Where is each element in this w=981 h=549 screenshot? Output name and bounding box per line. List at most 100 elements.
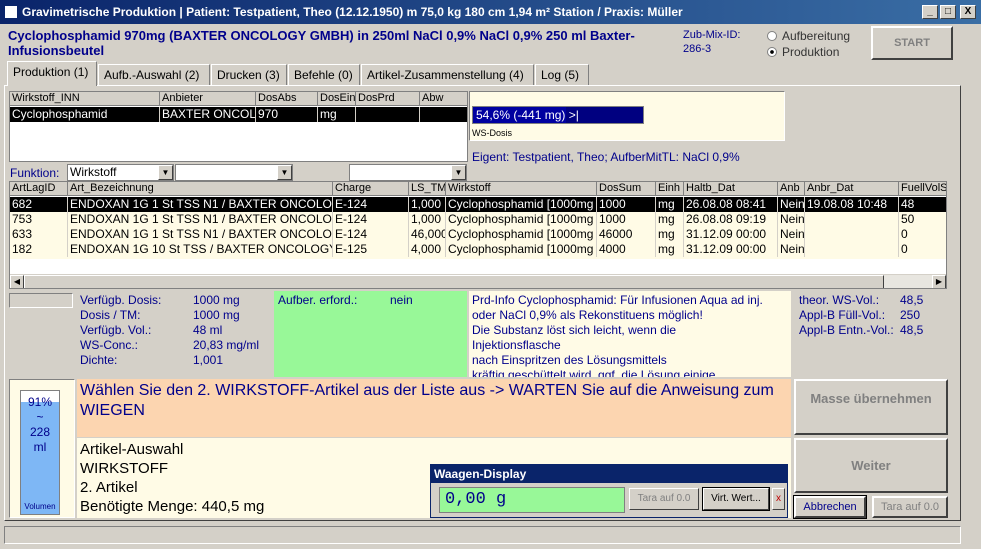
table-cell: mg — [318, 107, 356, 122]
waagen-virt-button[interactable]: Virt. Wert... — [702, 487, 770, 511]
table-cell: 0 — [899, 242, 946, 257]
instruction-panel: Wählen Sie den 2. WIRKSTOFF-Artikel aus … — [77, 379, 791, 437]
column-header[interactable]: DosSum — [597, 182, 656, 196]
waagen-tara-button[interactable]: Tara auf 0.0 — [629, 488, 699, 510]
waagen-close-button[interactable]: x — [772, 488, 785, 510]
table-cell: 19.08.08 10:48 — [805, 197, 899, 212]
table-cell: mg — [656, 212, 684, 227]
tara-button[interactable]: Tara auf 0.0 — [872, 496, 948, 518]
funktion-label: Funktion: — [10, 166, 60, 180]
dichte-value: 1,001 — [193, 353, 224, 367]
scroll-right-icon[interactable]: ▶ — [932, 275, 946, 288]
filter-select-2[interactable]: ▼ — [175, 164, 293, 181]
masse-uebernehmen-button[interactable]: Masse übernehmen — [794, 379, 948, 435]
dosis-tm-label: Dosis / TM: — [80, 308, 141, 322]
verf-dosis-value: 1000 mg — [193, 293, 240, 307]
maximize-button[interactable]: □ — [940, 5, 956, 19]
table-cell: 50 — [899, 212, 946, 227]
column-header[interactable]: ArtLagID — [10, 182, 68, 196]
table-cell: 182 — [10, 242, 68, 257]
tab-aufb-auswahl[interactable]: Aufb.-Auswahl (2) — [98, 64, 210, 85]
selection-info-line: Artikel-Auswahl — [80, 441, 184, 458]
scroll-left-icon[interactable]: ◀ — [10, 275, 24, 288]
table-cell: 633 — [10, 227, 68, 242]
table-row[interactable]: 182 ENDOXAN 1G 10 St TSS / BAXTER ONCOLOG… — [10, 242, 946, 257]
table-cell: E-124 — [333, 212, 409, 227]
column-header[interactable]: Charge — [333, 182, 409, 196]
articles-table-body: 682 ENDOXAN 1G 1 St TSS N1 / BAXTER ONCOL… — [10, 197, 946, 259]
table-cell: 31.12.09 00:00 — [684, 242, 778, 257]
table-cell: 0 — [899, 227, 946, 242]
table-row[interactable]: 633 ENDOXAN 1G 1 St TSS N1 / BAXTER ONCOL… — [10, 227, 946, 242]
table-cell: 26.08.08 09:19 — [684, 212, 778, 227]
column-header[interactable]: Haltb_Dat — [684, 182, 778, 196]
funktion-select[interactable]: Wirkstoff ▼ — [67, 164, 174, 181]
aufber-label: Aufber. erford.: — [278, 293, 358, 307]
table-cell: 4000 — [597, 242, 656, 257]
radio-produktion[interactable]: Produktion — [767, 44, 850, 60]
tab-produktion[interactable]: Produktion (1) — [7, 61, 97, 86]
wirkstoff-table[interactable]: Wirkstoff_INN Anbieter DosAbs DosEin Dos… — [9, 91, 468, 162]
window-title-bar: Gravimetrische Produktion | Patient: Tes… — [0, 0, 981, 24]
close-button[interactable]: X — [960, 5, 976, 19]
ws-dosis-panel: 54,6% (-441 mg) >| WS-Dosis — [469, 91, 785, 141]
radio-aufbereitung-label: Aufbereitung — [782, 29, 851, 43]
verf-dosis-label: Verfügb. Dosis: — [80, 293, 162, 307]
radio-empty-icon — [767, 31, 777, 41]
table-cell: Cyclophosphamid [1000mg — [446, 197, 597, 212]
table-cell — [805, 227, 899, 242]
weiter-button[interactable]: Weiter — [794, 438, 948, 493]
column-header[interactable]: DosAbs — [256, 92, 318, 106]
column-header[interactable]: Anbieter — [160, 92, 256, 106]
abbrechen-button[interactable]: Abbrechen — [793, 495, 867, 519]
table-cell: Cyclophosphamid [1000mg — [446, 212, 597, 227]
table-cell: ENDOXAN 1G 10 St TSS / BAXTER ONCOLOGY — [70, 242, 333, 257]
chevron-down-icon[interactable]: ▼ — [277, 165, 292, 180]
column-header[interactable]: Anb — [778, 182, 805, 196]
column-header[interactable]: Anbr_Dat — [805, 182, 899, 196]
details-panel: Verfügb. Dosis: 1000 mg Dosis / TM: 1000 m… — [80, 293, 270, 368]
zub-mix-label: Zub-Mix-ID: — [683, 29, 741, 41]
volumen-gauge-panel: 91% ~ 228 ml Volumen — [9, 379, 75, 518]
table-row[interactable]: 753 ENDOXAN 1G 1 St TSS N1 / BAXTER ONCOL… — [10, 212, 946, 227]
start-button[interactable]: START — [871, 26, 953, 60]
column-header[interactable]: DosPrd — [356, 92, 420, 106]
column-header[interactable]: DosEin — [318, 92, 356, 106]
app-icon — [4, 5, 18, 19]
scrollbar-thumb[interactable] — [24, 275, 884, 288]
minimize-button[interactable]: _ — [922, 5, 938, 19]
table-cell: 31.12.09 00:00 — [684, 227, 778, 242]
radio-aufbereitung[interactable]: Aufbereitung — [767, 28, 850, 44]
tab-log[interactable]: Log (5) — [535, 64, 589, 85]
table-row[interactable]: 682 ENDOXAN 1G 1 St TSS N1 / BAXTER ONCOL… — [10, 197, 946, 212]
column-header[interactable]: FuellVolS — [899, 182, 946, 196]
column-header[interactable]: Wirkstoff — [446, 182, 597, 196]
articles-table[interactable]: ArtLagID Art_Bezeichnung Charge LS_TM Wi… — [9, 181, 947, 289]
tab-befehle[interactable]: Befehle (0) — [288, 64, 360, 85]
table-row[interactable]: Cyclophosphamid BAXTER ONCOLO 970 mg — [10, 107, 467, 122]
column-header[interactable]: Wirkstoff_INN — [10, 92, 160, 106]
verf-vol-value: 48 ml — [193, 323, 223, 337]
table-cell: E-125 — [333, 242, 409, 257]
column-header[interactable]: Einh — [656, 182, 684, 196]
volumen-amount: 228 — [29, 425, 51, 439]
table-cell: Nein — [778, 197, 805, 212]
filter-select-3[interactable]: ▼ — [349, 164, 467, 181]
prd-info-line: oder NaCl 0,9% als Rekonstituens möglich… — [472, 308, 703, 322]
table-cell: Cyclophosphamid [1000mg — [446, 227, 597, 242]
prd-info-line: Die Substanz löst sich leicht, wenn die — [472, 323, 677, 337]
tab-artikel-zusammenstellung[interactable]: Artikel-Zusammenstellung (4) — [361, 64, 534, 85]
waagen-value: 0,00 g — [439, 487, 625, 513]
radio-selected-icon — [767, 47, 777, 57]
table-cell: BAXTER ONCOLO — [160, 107, 256, 122]
status-bar — [4, 526, 961, 544]
tab-drucken[interactable]: Drucken (3) — [211, 64, 287, 85]
horizontal-scrollbar[interactable]: ◀ ▶ — [10, 274, 946, 288]
column-header[interactable]: Abw — [420, 92, 467, 106]
volumen-gauge-text: 91% ~ 228 ml — [21, 395, 59, 455]
prd-info-panel: Prd-Info Cyclophosphamid: Für Infusionen… — [469, 291, 791, 377]
column-header[interactable]: Art_Bezeichnung — [68, 182, 333, 196]
chevron-down-icon[interactable]: ▼ — [158, 165, 173, 180]
chevron-down-icon[interactable]: ▼ — [451, 165, 466, 180]
column-header[interactable]: LS_TM — [409, 182, 446, 196]
